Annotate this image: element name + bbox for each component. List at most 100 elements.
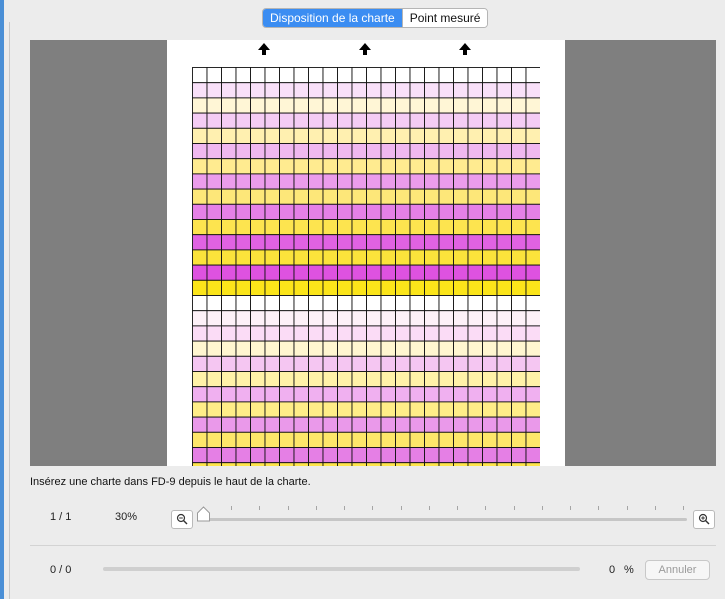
progress-percent-unit: %	[624, 564, 634, 576]
chart-patch	[279, 279, 295, 296]
chart-patch	[322, 188, 338, 205]
chart-patch	[424, 325, 440, 342]
chart-patch	[322, 158, 338, 175]
chart-patch	[322, 112, 338, 129]
chart-patch	[250, 173, 266, 190]
chart-patch	[235, 447, 251, 464]
chart-patch	[366, 158, 382, 175]
chart-patch	[366, 188, 382, 205]
zoom-out-button[interactable]	[171, 510, 193, 529]
chart-patch	[235, 340, 251, 357]
chart-patch	[351, 112, 367, 129]
chart-patch	[380, 188, 396, 205]
page-indicator: 1 / 1	[50, 511, 72, 523]
chart-patch	[409, 82, 425, 99]
chart-patch	[525, 340, 540, 357]
chart-patch	[192, 143, 208, 160]
chart-patch	[206, 82, 222, 99]
tab-measured-point[interactable]: Point mesuré	[401, 9, 488, 27]
zoom-slider-thumb[interactable]	[196, 506, 211, 522]
chart-patch	[366, 462, 382, 466]
chart-patch	[525, 127, 540, 144]
chart-patch	[250, 325, 266, 342]
chart-patch	[206, 158, 222, 175]
chart-patch	[293, 279, 309, 296]
chart-patch	[337, 127, 353, 144]
chart-patch	[235, 127, 251, 144]
zoom-slider-track[interactable]	[200, 518, 687, 521]
chart-patch	[453, 249, 469, 266]
chart-patch	[250, 234, 266, 251]
chart-patch	[525, 82, 540, 99]
chart-preview-area[interactable]	[30, 40, 716, 466]
chart-patch	[496, 401, 512, 418]
chart-patch	[279, 67, 295, 84]
chart-patch	[279, 462, 295, 466]
chart-patch	[525, 158, 540, 175]
chart-patch	[192, 447, 208, 464]
chart-patch	[322, 264, 338, 281]
chart-patch	[453, 355, 469, 372]
chart-patch	[453, 325, 469, 342]
chart-patch	[235, 295, 251, 312]
chart-patch	[467, 386, 483, 403]
chart-patch	[380, 127, 396, 144]
chart-patch	[482, 127, 498, 144]
chart-patch	[221, 67, 237, 84]
chart-patch	[322, 143, 338, 160]
chart-patch	[409, 249, 425, 266]
chart-patch	[409, 219, 425, 236]
chart-patch	[221, 127, 237, 144]
zoom-slider-tick	[372, 506, 373, 510]
chart-patch	[250, 67, 266, 84]
chart-patch	[235, 249, 251, 266]
chart-patch	[366, 371, 382, 388]
chart-patch	[351, 340, 367, 357]
tab-chart-layout[interactable]: Disposition de la charte	[263, 9, 402, 27]
chart-patch	[293, 462, 309, 466]
chart-patch	[235, 371, 251, 388]
chart-patch	[496, 310, 512, 327]
chart-patch	[366, 431, 382, 448]
chart-patch	[438, 462, 454, 466]
chart-patch	[337, 112, 353, 129]
chart-patch	[438, 173, 454, 190]
chart-patch	[453, 295, 469, 312]
chart-patch	[424, 355, 440, 372]
chart-patch	[467, 355, 483, 372]
chart-patch	[308, 325, 324, 342]
chart-patch	[525, 203, 540, 220]
chart-patch	[264, 188, 280, 205]
chart-patch	[482, 67, 498, 84]
zoom-in-button[interactable]	[693, 510, 715, 529]
chart-patch	[482, 143, 498, 160]
chart-patch	[192, 371, 208, 388]
chart-patch	[380, 249, 396, 266]
chart-patch	[221, 203, 237, 220]
chart-patch	[438, 97, 454, 114]
chart-patch	[351, 219, 367, 236]
chart-patch	[293, 158, 309, 175]
chart-patch	[192, 279, 208, 296]
chart-patch	[366, 355, 382, 372]
chart-patch	[511, 234, 527, 251]
zoom-slider-tick	[627, 506, 628, 510]
chart-patch	[424, 416, 440, 433]
chart-patch	[322, 340, 338, 357]
chart-patch	[395, 264, 411, 281]
cancel-button[interactable]: Annuler	[645, 560, 710, 580]
chart-patch	[395, 173, 411, 190]
chart-patch	[482, 325, 498, 342]
chart-patch	[293, 371, 309, 388]
chart-patch	[438, 371, 454, 388]
chart-patch	[496, 158, 512, 175]
chart-patch	[467, 158, 483, 175]
chart-patch	[467, 462, 483, 466]
chart-patch	[322, 386, 338, 403]
chart-patch	[192, 431, 208, 448]
section-divider	[30, 545, 716, 546]
chart-patch	[279, 97, 295, 114]
chart-patch	[366, 447, 382, 464]
view-segmented-control: Disposition de la charte Point mesuré	[262, 8, 489, 28]
chart-patch	[467, 416, 483, 433]
